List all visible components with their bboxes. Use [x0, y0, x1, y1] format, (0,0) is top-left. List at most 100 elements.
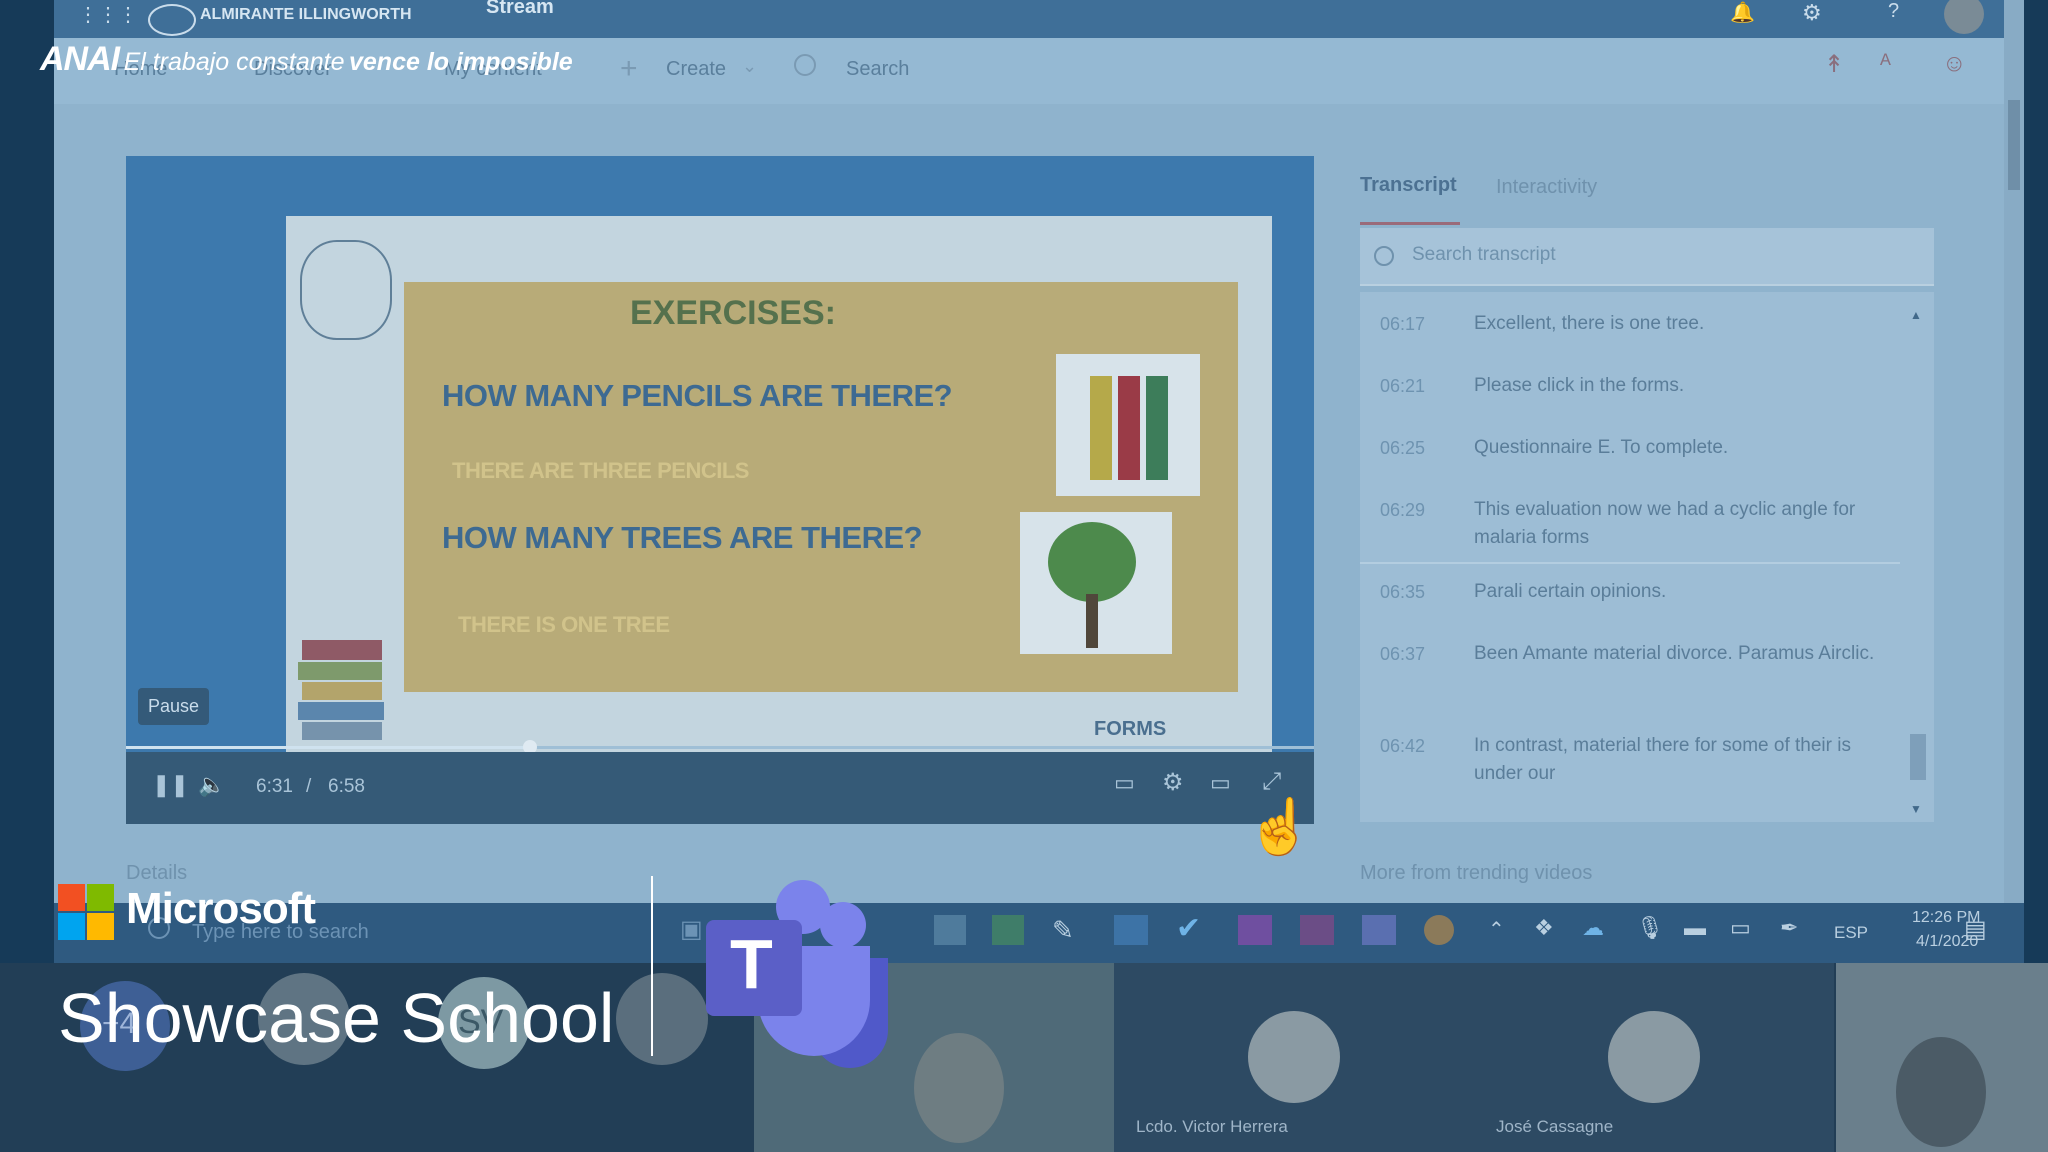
gear-icon[interactable]: ⚙ — [1802, 0, 1822, 26]
chevron-down-icon[interactable]: ⌄ — [742, 56, 757, 77]
brand-divider — [651, 876, 653, 1056]
captions-icon[interactable]: ▭ — [1114, 770, 1135, 796]
volume-icon[interactable]: 🔈 — [198, 772, 225, 798]
books-icon — [296, 632, 386, 742]
slide-answer-1: THERE ARE THREE PENCILS — [452, 458, 749, 483]
transcript-timestamp[interactable]: 06:42 — [1380, 736, 1425, 757]
hand-cursor-icon: ☝ — [1246, 797, 1314, 857]
excel-icon[interactable] — [992, 915, 1024, 945]
slide-question-1: HOW MANY PENCILS ARE THERE? — [442, 378, 953, 413]
pause-icon[interactable]: ❚❚ — [152, 772, 189, 798]
teams-taskbar-icon[interactable] — [1362, 915, 1396, 945]
slide-answer-2: THERE IS ONE TREE — [458, 612, 670, 637]
participant-face — [914, 1033, 1004, 1143]
teams-logo-icon: T — [700, 880, 900, 1068]
person-icon[interactable]: ᴬ — [1880, 50, 1891, 78]
duration: 6:58 — [328, 776, 365, 797]
slide-question-2: HOW MANY TREES ARE THERE? — [442, 520, 923, 555]
transcript-panel: Transcript Interactivity Search transcri… — [1360, 160, 1934, 826]
transcript-timestamp[interactable]: 06:21 — [1380, 376, 1425, 397]
tab-interactivity[interactable]: Interactivity — [1496, 176, 1597, 199]
participant-avatar[interactable] — [616, 973, 708, 1065]
page-scroll-thumb[interactable] — [2008, 100, 2020, 190]
slide-title: EXERCISES: — [630, 294, 836, 332]
transcript-search[interactable]: Search transcript — [1360, 228, 1934, 286]
language-indicator[interactable]: ESP — [1834, 923, 1868, 943]
account-avatar[interactable] — [1944, 0, 1984, 34]
bell-icon[interactable]: 🔔 — [1730, 0, 1755, 25]
battery-icon[interactable]: ▬ — [1684, 915, 1706, 941]
transcript-scrollbar[interactable]: ▲ ▼ — [1910, 308, 1926, 818]
plus-icon[interactable]: + — [620, 52, 638, 86]
word-icon[interactable] — [934, 915, 966, 945]
anai-branding: ANAI El trabajo constante vence lo impos… — [40, 40, 573, 79]
notifications-icon[interactable]: ▤ — [1964, 915, 1987, 944]
forms-label: FORMS — [1094, 718, 1167, 740]
onedrive-icon[interactable]: ☁ — [1582, 915, 1604, 941]
onenote-icon[interactable] — [1238, 915, 1272, 945]
app-launcher-icon[interactable]: ⋮⋮⋮ — [78, 2, 138, 27]
transcript-timestamp[interactable]: 06:29 — [1380, 500, 1425, 521]
nav-create[interactable]: Create — [666, 58, 726, 81]
participant-avatar — [1608, 1011, 1700, 1103]
participant-face — [1896, 1037, 1986, 1147]
chrome-icon[interactable] — [1424, 915, 1454, 945]
outlook-icon[interactable] — [1114, 915, 1148, 945]
school-crest-icon — [300, 240, 392, 340]
page-scrollbar[interactable] — [2004, 0, 2024, 905]
pin-icon[interactable]: ↟ — [1824, 50, 1844, 79]
nav-search[interactable]: Search — [846, 58, 909, 81]
onenote-class-icon[interactable] — [1300, 915, 1334, 945]
stream-topbar: ⋮⋮⋮ ALMIRANTE ILLINGWORTH Stream 🔔 ⚙ ? — [54, 0, 2024, 38]
transcript-timestamp[interactable]: 06:17 — [1380, 314, 1425, 335]
settings-icon[interactable]: ⚙ — [1162, 768, 1184, 797]
fullscreen-icon[interactable]: ⤢ — [1262, 768, 1281, 796]
tab-transcript[interactable]: Transcript — [1360, 174, 1457, 197]
microphone-icon[interactable]: 🎙 — [1636, 915, 1664, 941]
dropbox-icon[interactable]: ❖ — [1534, 915, 1554, 941]
transcript-list: 06:17 Excellent, there is one tree. 06:21 P… — [1360, 292, 1934, 822]
search-icon — [1374, 246, 1394, 266]
pen-icon[interactable]: ✒ — [1780, 915, 1798, 941]
search-icon[interactable] — [794, 54, 816, 76]
theater-mode-icon[interactable]: ▭ — [1210, 770, 1231, 796]
scroll-up-icon[interactable]: ▲ — [1910, 308, 1922, 322]
scroll-down-icon[interactable]: ▼ — [1910, 802, 1922, 816]
time-separator: / — [306, 776, 312, 797]
transcript-timestamp[interactable]: 06:25 — [1380, 438, 1425, 459]
participant-video-tile[interactable]: Lcdo. Victor Herrera José Cassagne — [1114, 963, 1834, 1152]
slide-card: EXERCISES: HOW MANY PENCILS ARE THERE? T… — [286, 216, 1272, 752]
player-controls: ❚❚ 🔈 6:31 / 6:58 ▭ ⚙ ▭ ⤢ — [126, 752, 1314, 824]
transcript-text: Parali certain opinions. — [1474, 581, 1667, 602]
transcript-text: Questionnaire E. To complete. — [1474, 437, 1729, 458]
participant-video-tile[interactable] — [1836, 963, 2048, 1152]
current-time: 6:31 — [256, 776, 293, 797]
tree-icon — [1020, 512, 1172, 654]
transcript-search-input[interactable]: Search transcript — [1412, 244, 1556, 266]
more-trending-label[interactable]: More from trending videos — [1360, 862, 1592, 885]
pause-tooltip: Pause — [138, 688, 210, 725]
transcript-text: In contrast, material there for some of … — [1474, 735, 1851, 784]
smiley-icon[interactable]: ☺ — [1942, 50, 1967, 78]
whiteboard-icon[interactable]: ✎ — [1052, 915, 1074, 946]
anai-logo: ANAI — [40, 40, 120, 78]
stream-window: ⋮⋮⋮ ALMIRANTE ILLINGWORTH Stream 🔔 ⚙ ? H… — [54, 0, 2024, 905]
todo-icon[interactable]: ✔ — [1176, 911, 1201, 946]
app-name: Stream — [486, 0, 554, 18]
meeting-stage: ⋮⋮⋮ ALMIRANTE ILLINGWORTH Stream 🔔 ⚙ ? H… — [0, 0, 2048, 1152]
microsoft-wordmark: Microsoft — [126, 884, 316, 933]
video-player[interactable]: EXERCISES: HOW MANY PENCILS ARE THERE? T… — [126, 156, 1314, 857]
transcript-text: Excellent, there is one tree. — [1474, 313, 1705, 334]
showcase-school-title: Showcase School — [58, 979, 615, 1057]
microsoft-logo-icon — [58, 884, 114, 940]
windows-taskbar: Type here to search ▣ ✎ ✔ ⌃ ❖ ☁ 🎙 ▬ ▭ ✒ … — [54, 903, 2024, 963]
transcript-timestamp[interactable]: 06:37 — [1380, 644, 1425, 665]
school-crest-icon — [148, 4, 196, 36]
transcript-timestamp[interactable]: 06:35 — [1380, 582, 1425, 603]
help-icon[interactable]: ? — [1888, 0, 1899, 23]
scroll-thumb[interactable] — [1910, 734, 1926, 780]
transcript-text: Please click in the forms. — [1474, 375, 1685, 396]
chevron-up-icon[interactable]: ⌃ — [1488, 917, 1505, 942]
display-icon[interactable]: ▭ — [1730, 915, 1751, 941]
transcript-divider — [1360, 562, 1900, 564]
